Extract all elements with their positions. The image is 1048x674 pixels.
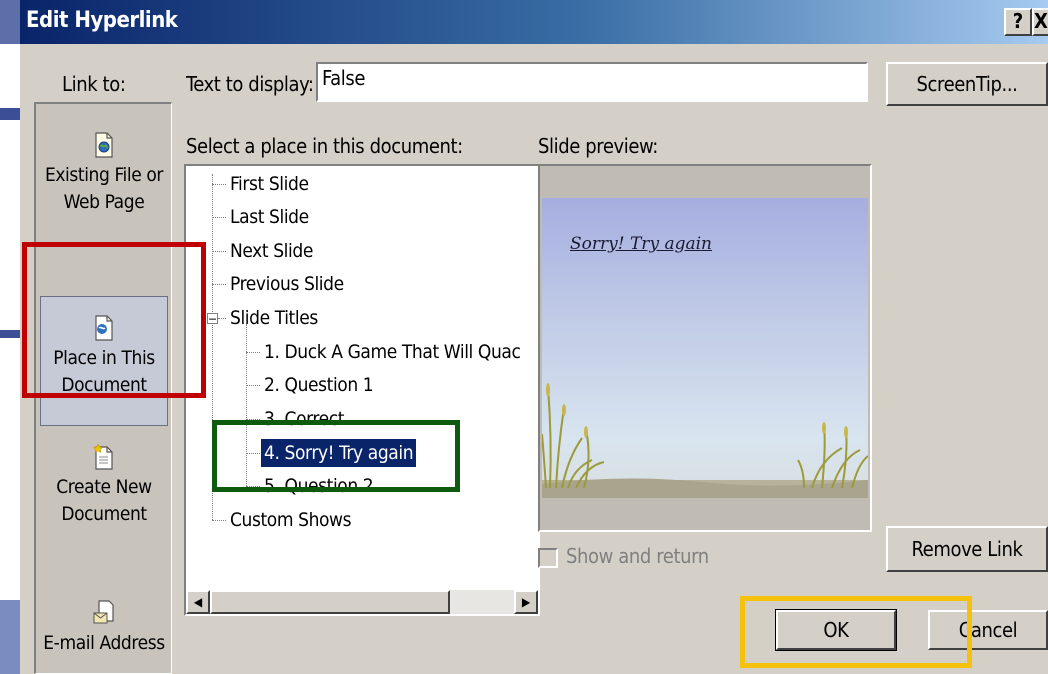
dialog-titlebar[interactable]: Edit Hyperlink ? X bbox=[20, 0, 1048, 44]
remove-link-label: Remove Link bbox=[911, 537, 1023, 561]
link-create-label-2: Document bbox=[61, 503, 147, 525]
text-to-display-input[interactable]: False bbox=[316, 62, 868, 102]
link-email-label: E-mail Address bbox=[43, 632, 165, 654]
slide-preview: Sorry! Try again bbox=[538, 164, 872, 532]
tree-line bbox=[246, 385, 260, 386]
link-existing-label-1: Existing File or bbox=[44, 164, 164, 186]
background-titlebar-fragment bbox=[0, 0, 20, 44]
tree-line bbox=[212, 520, 226, 521]
tree-item-last-slide[interactable]: Last Slide bbox=[230, 203, 309, 231]
tree-line bbox=[212, 251, 226, 252]
web-file-icon bbox=[95, 132, 113, 158]
red-highlight-box bbox=[22, 242, 206, 398]
dialog-title: Edit Hyperlink bbox=[26, 8, 178, 33]
tree-line bbox=[246, 352, 260, 353]
reeds-illustration bbox=[542, 383, 868, 498]
tree-item-slide-1[interactable]: 1. Duck A Game That Will Quac bbox=[264, 338, 521, 366]
text-to-display-label: Text to display: bbox=[186, 72, 314, 96]
link-to-label: Link to: bbox=[62, 72, 126, 96]
horizontal-scrollbar[interactable]: ◀ ▶ bbox=[186, 590, 538, 614]
email-icon bbox=[93, 600, 114, 624]
screentip-button[interactable]: ScreenTip... bbox=[886, 62, 1048, 106]
scroll-right-icon[interactable]: ▶ bbox=[514, 590, 538, 614]
tree-item-previous-slide[interactable]: Previous Slide bbox=[230, 270, 344, 298]
tree-line bbox=[212, 184, 226, 185]
tree-item-slide-2[interactable]: 2. Question 1 bbox=[264, 371, 374, 399]
background-fragment bbox=[0, 330, 20, 338]
tree-item-first-slide[interactable]: First Slide bbox=[230, 170, 309, 198]
tree-item-slide-titles[interactable]: Slide Titles bbox=[230, 304, 318, 332]
tree-line bbox=[218, 318, 226, 319]
tree-item-next-slide[interactable]: Next Slide bbox=[230, 237, 313, 265]
collapse-icon[interactable]: − bbox=[207, 313, 218, 325]
select-place-label: Select a place in this document: bbox=[186, 134, 463, 158]
remove-link-button[interactable]: Remove Link bbox=[886, 526, 1048, 572]
link-email-address[interactable]: E-mail Address bbox=[40, 600, 168, 670]
tree-line bbox=[212, 284, 226, 285]
scrollbar-thumb[interactable] bbox=[210, 590, 450, 614]
background-fragment bbox=[0, 600, 20, 674]
link-create-new-document[interactable]: Create New Document bbox=[40, 444, 168, 554]
slide-thumbnail: Sorry! Try again bbox=[542, 198, 868, 498]
link-existing-file-or-web-page[interactable]: Existing File or Web Page bbox=[40, 118, 168, 236]
help-button[interactable]: ? bbox=[1004, 8, 1032, 36]
show-and-return-checkbox[interactable] bbox=[538, 548, 558, 568]
green-highlight-box bbox=[212, 420, 460, 492]
new-document-icon bbox=[93, 444, 113, 470]
place-tree[interactable]: − First Slide Last Slide Next Slide Prev… bbox=[184, 164, 540, 616]
scroll-left-icon[interactable]: ◀ bbox=[186, 590, 210, 614]
show-and-return-label: Show and return bbox=[566, 544, 709, 568]
link-create-label-1: Create New bbox=[56, 476, 152, 498]
background-fragment bbox=[0, 108, 20, 120]
text-to-display-value: False bbox=[322, 66, 365, 90]
close-button[interactable]: X bbox=[1032, 8, 1048, 36]
link-existing-label-2: Web Page bbox=[63, 191, 145, 213]
tree-line bbox=[212, 217, 226, 218]
tree-item-custom-shows[interactable]: Custom Shows bbox=[230, 506, 352, 534]
screen: Edit Hyperlink ? X Link to: Existing Fil… bbox=[0, 0, 1048, 674]
yellow-highlight-box bbox=[740, 596, 972, 668]
slide-preview-label: Slide preview: bbox=[538, 134, 658, 158]
